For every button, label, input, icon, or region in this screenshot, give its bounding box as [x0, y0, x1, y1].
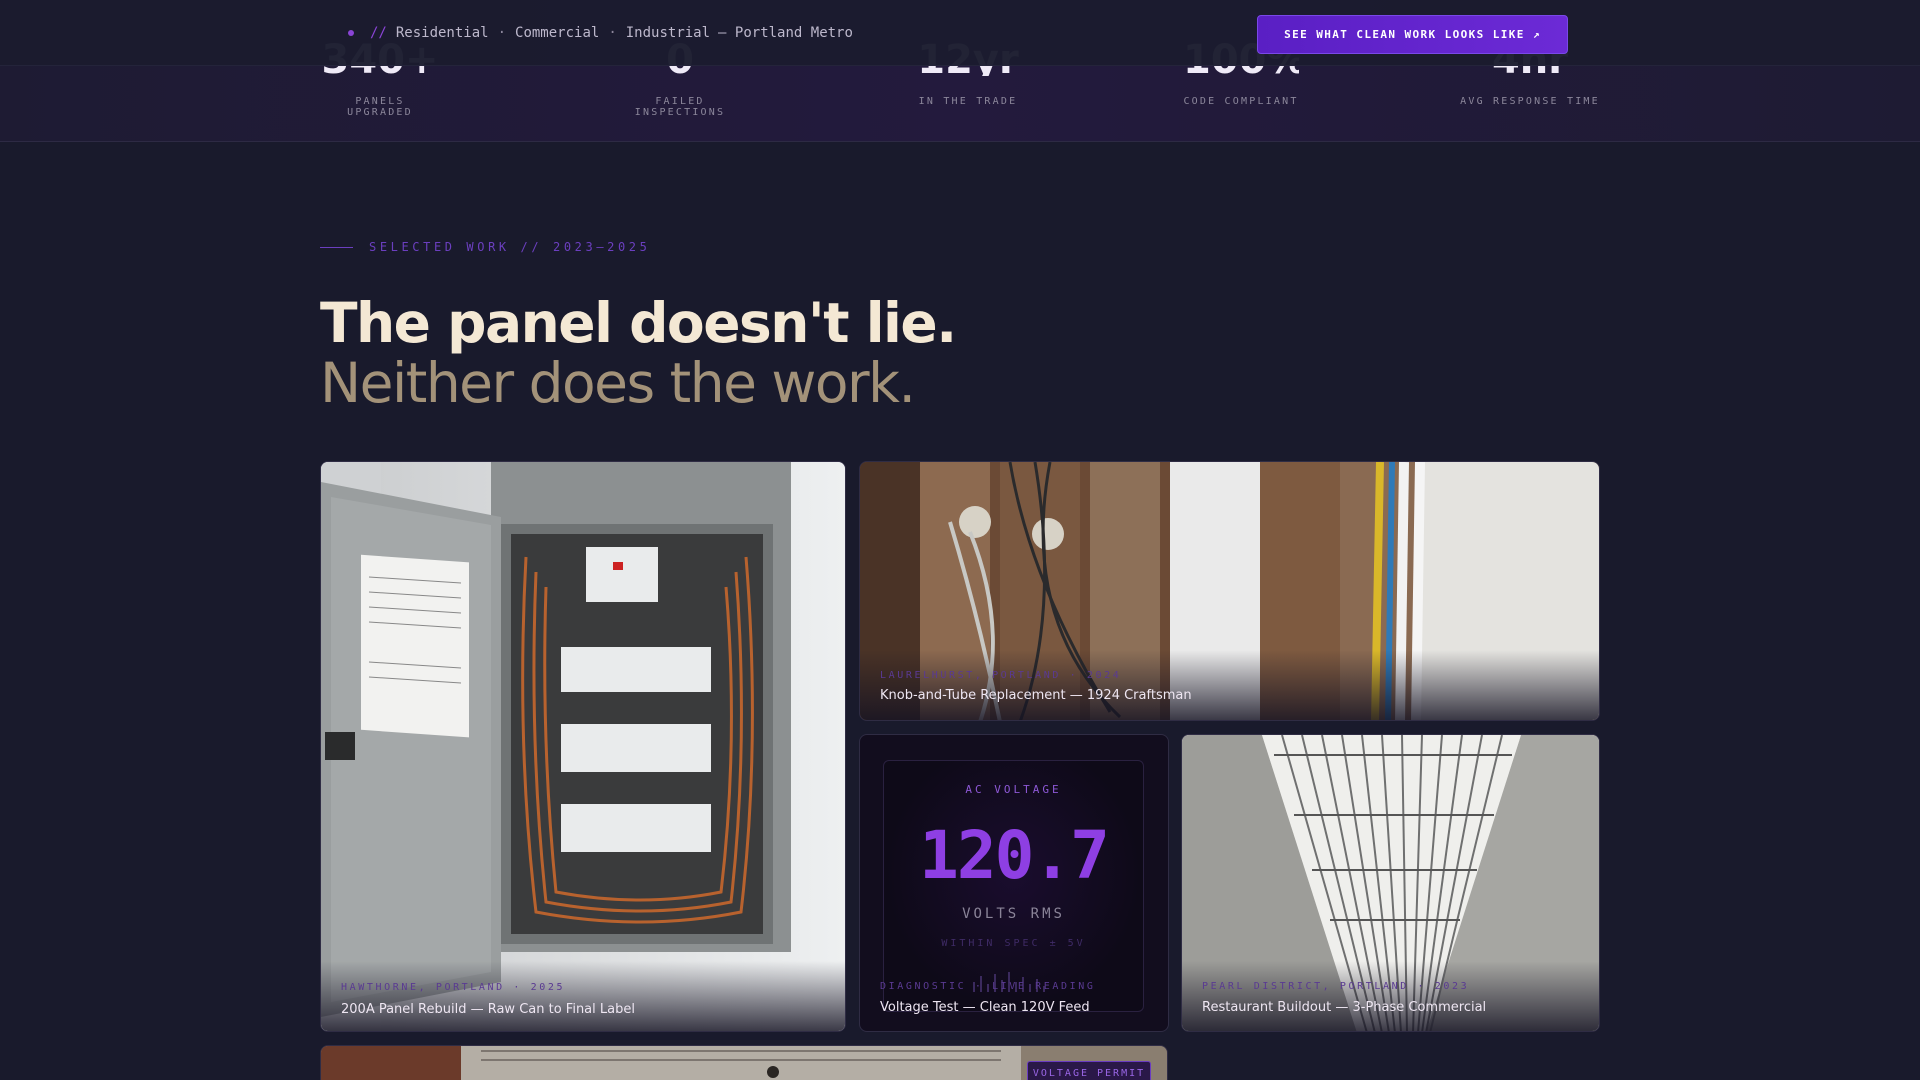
project-meta: DIAGNOSTIC · LIVE READING [880, 981, 1096, 992]
project-card-knob-and-tube[interactable]: LAURELHURST, PORTLAND · 2024 Knob-and-Tu… [859, 461, 1600, 721]
electrical-panel-photo [321, 462, 845, 1031]
section-subline: Neither does the work. [320, 351, 916, 415]
stat-label: IN THE TRADE [918, 96, 1018, 107]
project-meta: LAURELHURST, PORTLAND · 2024 [880, 670, 1122, 681]
service-breadcrumb: // Residential · Commercial · Industrial… [348, 25, 853, 41]
card-shade [860, 650, 1599, 720]
eyebrow-line [320, 246, 353, 248]
voltage-value: 120.7 [919, 817, 1110, 894]
section-eyebrow: SELECTED WORK // 2023–2025 [320, 240, 650, 254]
see-clean-work-button[interactable]: SEE WHAT CLEAN WORK LOOKS LIKE ↗ [1257, 15, 1568, 54]
project-title: Restaurant Buildout — 3-Phase Commercial [1202, 1000, 1487, 1015]
project-title: Voltage Test — Clean 120V Feed [880, 1000, 1090, 1015]
breadcrumb-region: — Portland Metro [718, 25, 853, 41]
breadcrumb-item-residential[interactable]: Residential [396, 25, 489, 41]
card-shade [321, 961, 845, 1031]
breadcrumb-separator: · [497, 25, 507, 41]
project-title: 200A Panel Rebuild — Raw Can to Final La… [341, 1002, 635, 1017]
project-card-voltage-test[interactable]: AC VOLTAGE 120.7 VOLTS RMS WITHIN SPEC ±… [859, 734, 1169, 1032]
stat-label: CODE COMPLIANT [1183, 96, 1299, 107]
project-card-panel-rebuild[interactable]: HAWTHORNE, PORTLAND · 2025 200A Panel Re… [320, 461, 846, 1032]
top-bar: // Residential · Commercial · Industrial… [0, 0, 1920, 66]
project-meta: HAWTHORNE, PORTLAND · 2025 [341, 982, 566, 993]
breadcrumb-item-industrial[interactable]: Industrial [626, 25, 710, 41]
voltage-spec: WITHIN SPEC ± 5V [941, 938, 1086, 949]
stat-label: FAILED INSPECTIONS [634, 96, 726, 118]
breadcrumb-item-commercial[interactable]: Commercial [515, 25, 599, 41]
breadcrumb-separator: · [608, 25, 617, 41]
stat-label: AVG RESPONSE TIME [1460, 96, 1600, 107]
voltage-readout: AC VOLTAGE 120.7 VOLTS RMS WITHIN SPEC ±… [883, 760, 1144, 1012]
breadcrumb-slashes: // [370, 25, 387, 41]
project-card-restaurant-buildout[interactable]: PEARL DISTRICT, PORTLAND · 2023 Restaura… [1181, 734, 1600, 1032]
project-title: Knob-and-Tube Replacement — 1924 Craftsm… [880, 688, 1192, 703]
permit-badge: VOLTAGE PERMIT [1027, 1061, 1151, 1080]
section-headline: The panel doesn't lie. [320, 291, 957, 355]
project-meta: PEARL DISTRICT, PORTLAND · 2023 [1202, 981, 1470, 992]
voltage-label: AC VOLTAGE [965, 783, 1062, 796]
card-shade [1182, 961, 1599, 1031]
status-dot-icon [348, 30, 354, 36]
eyebrow-text: SELECTED WORK // 2023–2025 [369, 240, 651, 254]
stat-label: PANELS UPGRADED [347, 96, 413, 118]
voltage-unit: VOLTS RMS [962, 906, 1065, 922]
